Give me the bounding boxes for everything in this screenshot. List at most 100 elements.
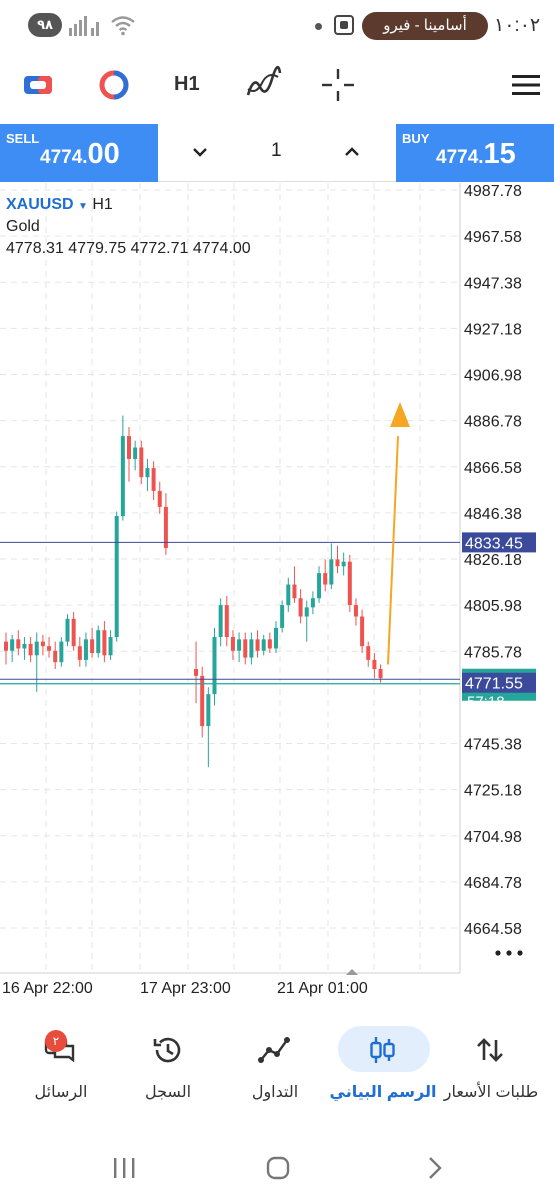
crosshair-icon[interactable]: [318, 65, 358, 105]
media-notification-pill[interactable]: أسامينا - فيرو: [362, 12, 488, 40]
more-options-icon[interactable]: [506, 950, 512, 956]
candle-body: [329, 559, 334, 585]
one-click-trade-panel: SELL 4774.00 1 BUY 4774.15: [0, 124, 554, 182]
recent-apps-icon[interactable]: [110, 1154, 138, 1182]
candle-body: [286, 584, 291, 606]
candle-body: [261, 639, 266, 651]
timeframe-button[interactable]: H1: [174, 73, 200, 96]
wifi-icon: [111, 16, 135, 36]
price-axis-label: 4664.58: [464, 921, 522, 938]
symbol-dropdown-icon[interactable]: ▼: [78, 201, 88, 212]
nav-quotes[interactable]: طلبات الأسعار: [436, 1020, 546, 1120]
sell-button[interactable]: SELL 4774.00: [0, 124, 158, 182]
nav-messages[interactable]: ٢ الرسائل: [6, 1020, 116, 1120]
candle-body: [90, 639, 95, 654]
candle-body: [292, 584, 297, 599]
symbol-header[interactable]: XAUUSD ▼ H1: [6, 196, 113, 214]
messages-badge: ٢: [45, 1030, 67, 1052]
chevron-up-icon[interactable]: [340, 140, 364, 164]
candle-body: [212, 637, 217, 695]
candle-body: [310, 598, 315, 608]
trade-manager-icon[interactable]: [18, 65, 58, 105]
buy-button[interactable]: BUY 4774.15: [396, 124, 554, 182]
one-click-trading-icon[interactable]: [94, 65, 134, 105]
price-axis-label: 4826.18: [464, 552, 522, 569]
price-axis-label: 4987.78: [464, 183, 522, 200]
candle-body: [237, 639, 242, 651]
candle-body: [127, 436, 131, 459]
candle-body: [47, 646, 52, 651]
status-bar: ٩٨ أسامينا - فيرو ١٠:٠٢: [0, 0, 554, 52]
candle-body: [16, 639, 21, 649]
candle-body: [323, 573, 328, 585]
home-icon[interactable]: [264, 1154, 292, 1182]
bid-price-label: 4771.55: [465, 676, 523, 693]
candle-body: [304, 607, 309, 617]
more-options-icon[interactable]: [517, 950, 523, 956]
candle-body: [280, 605, 285, 628]
nav-chart[interactable]: الرسم البياني: [328, 1020, 438, 1120]
bottom-navigation: طلبات الأسعار الرسم البياني التداول السج…: [0, 1020, 554, 1120]
chevron-down-icon[interactable]: [188, 140, 212, 164]
time-axis-label: 16 Apr 22:00: [2, 980, 93, 997]
candlestick-icon: [370, 1037, 395, 1063]
candle-body: [139, 447, 144, 478]
candle-body: [71, 618, 76, 647]
time-axis-label: 21 Apr 01:00: [277, 980, 368, 997]
symbol-timeframe: H1: [92, 196, 113, 213]
price-axis-label: 4967.58: [464, 229, 522, 246]
candle-body: [218, 605, 223, 638]
candle-body: [317, 573, 322, 599]
candle-body: [77, 646, 82, 660]
candle-body: [274, 627, 278, 649]
trend-arrow-shaft[interactable]: [387, 436, 399, 665]
system-navigation-bar: [0, 1140, 554, 1200]
trade-graph-icon: [258, 1037, 290, 1063]
symbol-name[interactable]: XAUUSD: [6, 196, 74, 213]
sell-label: SELL: [6, 131, 40, 146]
candle-body: [194, 669, 199, 676]
more-options-icon[interactable]: [495, 950, 501, 956]
price-axis-label: 4805.98: [464, 598, 522, 615]
candle-body: [230, 637, 235, 651]
price-axis-label: 4785.78: [464, 644, 522, 661]
price-chart[interactable]: 4987.78 4967.58 4947.38 4927.18 4906.98 4886.…: [0, 183, 554, 1003]
candle-body: [366, 646, 371, 660]
candle-body: [298, 598, 303, 617]
nav-trade-label: التداول: [251, 1084, 299, 1101]
candle-body: [22, 643, 27, 649]
candle-body: [133, 447, 138, 459]
candle-body: [120, 436, 125, 517]
candle-body: [360, 616, 365, 647]
bar-countdown-label: 57:18: [467, 694, 505, 711]
back-icon[interactable]: [420, 1154, 448, 1182]
candle-body: [267, 639, 272, 649]
trend-arrow-head[interactable]: [390, 402, 410, 427]
level-price-label: 4833.45: [465, 535, 523, 552]
buy-label: BUY: [402, 131, 430, 146]
nav-messages-label: الرسائل: [34, 1084, 88, 1101]
lot-size-value[interactable]: 1: [271, 140, 282, 162]
menu-icon[interactable]: [506, 65, 546, 105]
quotes-arrows-icon: [477, 1038, 503, 1062]
price-axis-label: 4725.18: [464, 783, 522, 800]
time-axis-label: 17 Apr 23:00: [140, 980, 231, 997]
nav-history[interactable]: السجل: [113, 1020, 223, 1120]
notification-dot-icon: [315, 23, 322, 30]
price-axis-label: 4886.78: [464, 414, 522, 431]
nav-trade[interactable]: التداول: [220, 1020, 330, 1120]
candle-body: [59, 641, 64, 663]
chart-canvas[interactable]: 4987.78 4967.58 4947.38 4927.18 4906.98 4886.…: [0, 183, 554, 1003]
price-axis-label: 4846.38: [464, 506, 522, 523]
candle-body: [114, 516, 119, 638]
price-axis-label: 4684.78: [464, 875, 522, 892]
candle-body: [102, 630, 107, 656]
scroll-marker-icon[interactable]: [346, 969, 358, 975]
price-axis-label: 4866.58: [464, 460, 522, 477]
candle-body: [96, 630, 101, 654]
candle-body: [83, 639, 88, 660]
candle-body: [163, 506, 168, 548]
nav-quotes-label: طلبات الأسعار: [443, 1084, 539, 1101]
indicators-icon[interactable]: [244, 65, 284, 105]
clock: ١٠:٠٢: [494, 15, 541, 36]
